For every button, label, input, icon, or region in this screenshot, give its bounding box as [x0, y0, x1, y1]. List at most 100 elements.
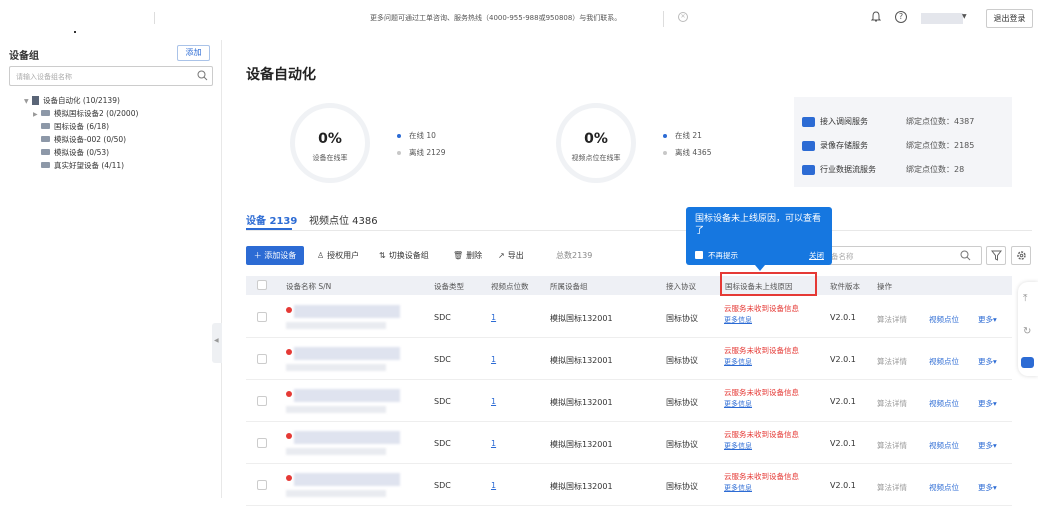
cell-version: V2.0.1 [830, 313, 856, 322]
video-online-count: 在线 21 [663, 130, 702, 141]
storage-service-icon [802, 140, 815, 151]
add-device-button[interactable]: ＋ 添加设备 [246, 246, 304, 265]
cell-points-link[interactable]: 1 [491, 439, 496, 448]
settings-button[interactable] [1011, 246, 1031, 265]
more-info-link[interactable]: 更多信息 [724, 483, 752, 493]
table-row: SDC 1 模拟国标132001 国标协议 云服务未收到设备信息 更多信息 V2… [246, 338, 1012, 380]
tree-item[interactable]: 真实好望设备 (4/11) [41, 160, 124, 172]
service-access[interactable]: 接入调阅服务 绑定点位数：4387 [802, 116, 974, 127]
tree-item[interactable]: 模拟设备-002 (0/50) [41, 134, 126, 146]
video-offline-count: 离线 4365 [663, 147, 711, 158]
more-info-link[interactable]: 更多信息 [724, 399, 752, 409]
col-actions: 操作 [877, 282, 892, 291]
algorithm-detail-link[interactable]: 算法详情 [877, 398, 907, 409]
tooltip-close-link[interactable]: 关闭 [809, 250, 824, 261]
tree-item[interactable]: ▶ 模拟国标设备2 (0/2000) [33, 108, 138, 120]
tree-item-label: 设备自动化 (10/2139) [43, 96, 120, 105]
switch-group-button[interactable]: ⇅ 切换设备组 [379, 250, 429, 261]
col-protocol: 接入协议 [666, 282, 696, 291]
col-software-version: 软件版本 [830, 282, 860, 291]
row-checkbox[interactable] [257, 438, 267, 448]
offline-reason-text: 云服务未收到设备信息 [724, 472, 799, 481]
row-checkbox[interactable] [257, 312, 267, 322]
offline-reason-text: 云服务未收到设备信息 [724, 430, 799, 439]
video-online-pct: 0% [584, 131, 608, 147]
group-search-input[interactable]: 请输入设备组名称 [9, 66, 213, 86]
tree-item-label: 真实好望设备 (4/11) [54, 161, 125, 170]
algorithm-detail-link[interactable]: 算法详情 [877, 356, 907, 367]
video-points-link[interactable]: 视频点位 [929, 314, 959, 325]
more-info-link[interactable]: 更多信息 [724, 315, 752, 325]
status-offline-dot [286, 475, 292, 481]
search-icon[interactable] [197, 70, 208, 81]
folder-icon [41, 110, 50, 116]
logout-button[interactable]: 退出登录 [986, 9, 1033, 28]
service-storage[interactable]: 录像存储服务 绑定点位数：2185 [802, 140, 974, 151]
online-dot-icon [663, 134, 667, 138]
close-notice-icon[interactable]: ✕ [678, 12, 688, 22]
algorithm-detail-link[interactable]: 算法详情 [877, 482, 907, 493]
device-name-redacted [294, 305, 400, 318]
user-dropdown-icon[interactable]: ▼ [962, 13, 967, 20]
device-name-redacted [294, 347, 400, 360]
tab-video-points[interactable]: 视频点位 4386 [309, 212, 378, 227]
cell-points-link[interactable]: 1 [491, 481, 496, 490]
expand-icon[interactable]: ▼ [24, 96, 32, 108]
export-button[interactable]: ↗ 导出 [498, 250, 524, 261]
user-name-redacted[interactable] [921, 13, 963, 24]
tree-item-label: 模拟设备 (0/53) [54, 148, 110, 157]
algorithm-detail-link[interactable]: 算法详情 [877, 440, 907, 451]
bell-icon[interactable] [871, 11, 881, 23]
device-name-redacted [294, 473, 400, 486]
col-video-points: 视频点位数 [491, 282, 529, 291]
select-all-checkbox[interactable] [257, 280, 267, 290]
tree-item[interactable]: 国标设备 (6/18) [41, 121, 109, 133]
device-search-placeholder: 备名称 [831, 252, 854, 261]
delete-button[interactable]: 🗑 删除 [453, 250, 482, 261]
more-info-link[interactable]: 更多信息 [724, 441, 752, 451]
help-icon[interactable]: ? [895, 11, 907, 23]
more-actions-dropdown[interactable]: 更多▾ [978, 356, 997, 367]
authorize-user-button[interactable]: ♙ 授权用户 [317, 250, 359, 261]
no-remind-label: 不再提示 [708, 251, 738, 260]
more-actions-dropdown[interactable]: 更多▾ [978, 398, 997, 409]
row-checkbox[interactable] [257, 354, 267, 364]
cell-points-link[interactable]: 1 [491, 313, 496, 322]
service-summary: 接入调阅服务 绑定点位数：4387 录像存储服务 绑定点位数：2185 行业数据流服… [794, 97, 1012, 187]
table-row: SDC 1 模拟国标132001 国标协议 云服务未收到设备信息 更多信息 V2… [246, 380, 1012, 422]
refresh-icon[interactable]: ↻ [1023, 326, 1031, 337]
no-remind-checkbox[interactable] [695, 251, 703, 259]
more-actions-dropdown[interactable]: 更多▾ [978, 440, 997, 451]
tree-item[interactable]: 模拟设备 (0/53) [41, 147, 109, 159]
expand-icon[interactable]: ▶ [33, 109, 41, 121]
video-points-link[interactable]: 视频点位 [929, 482, 959, 493]
filter-button[interactable] [986, 246, 1006, 265]
collapse-sidebar-handle[interactable]: ◀ [212, 323, 222, 363]
more-actions-dropdown[interactable]: 更多▾ [978, 314, 997, 325]
cell-points-link[interactable]: 1 [491, 397, 496, 406]
more-info-link[interactable]: 更多信息 [724, 357, 752, 367]
video-points-link[interactable]: 视频点位 [929, 356, 959, 367]
tree-item-root[interactable]: ▼ 设备自动化 (10/2139) [24, 95, 120, 107]
chat-icon[interactable] [1021, 357, 1034, 368]
add-group-button[interactable]: 添加 [177, 45, 210, 61]
cell-points-link[interactable]: 1 [491, 355, 496, 364]
video-points-link[interactable]: 视频点位 [929, 440, 959, 451]
device-group-sidebar: 设备组 添加 请输入设备组名称 ▼ 设备自动化 (10/2139) ▶ 模拟国标设备… [0, 40, 222, 498]
top-dot [74, 31, 76, 33]
tab-devices[interactable]: 设备 2139 [246, 212, 297, 227]
algorithm-detail-link[interactable]: 算法详情 [877, 314, 907, 325]
device-name-redacted [294, 389, 400, 402]
service-dataflow[interactable]: 行业数据流服务 绑定点位数：28 [802, 164, 964, 175]
video-points-link[interactable]: 视频点位 [929, 398, 959, 409]
row-checkbox[interactable] [257, 396, 267, 406]
search-icon[interactable] [960, 250, 971, 261]
device-search-input[interactable]: 备名称 [825, 246, 982, 265]
back-to-top-icon[interactable]: ⤒ [1023, 293, 1027, 304]
cell-protocol: 国标协议 [666, 482, 698, 491]
cell-version: V2.0.1 [830, 439, 856, 448]
total-count: 总数2139 [556, 251, 593, 260]
cell-type: SDC [434, 313, 451, 322]
row-checkbox[interactable] [257, 480, 267, 490]
more-actions-dropdown[interactable]: 更多▾ [978, 482, 997, 493]
